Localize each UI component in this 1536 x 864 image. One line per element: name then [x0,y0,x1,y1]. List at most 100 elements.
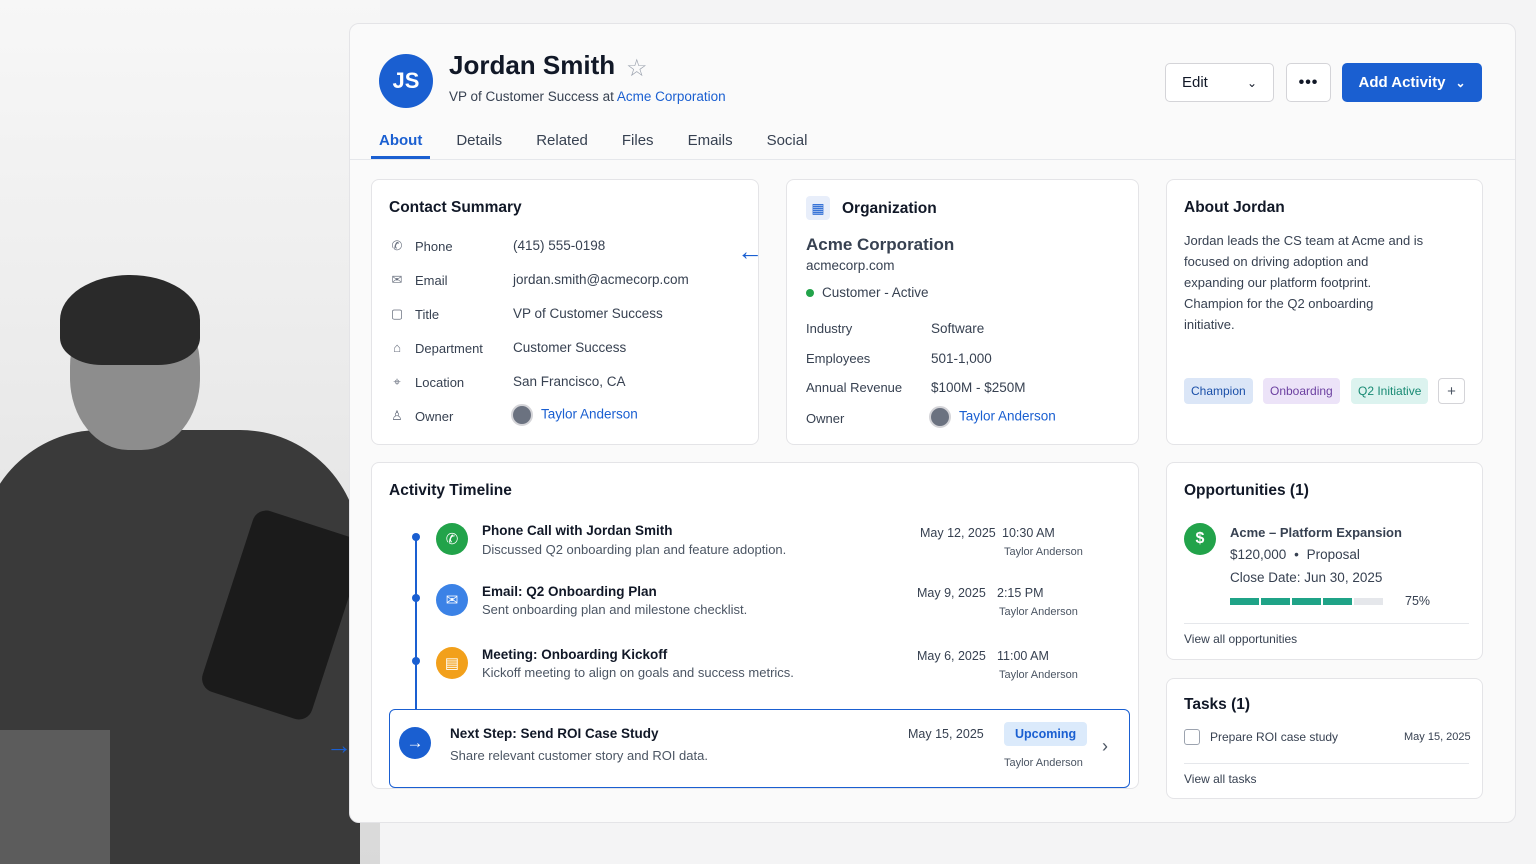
tag-onboarding[interactable]: Onboarding [1263,378,1340,404]
timeline-item-title[interactable]: Phone Call with Jordan Smith [482,523,673,538]
tab-files[interactable]: Files [622,132,654,159]
next-step-item[interactable]: → Next Step: Send ROI Case Study Share r… [389,709,1130,788]
tab-emails[interactable]: Emails [688,132,733,159]
location-label: Location [415,375,465,390]
progress-segment [1292,598,1321,605]
mail-icon: ✉ [391,272,403,287]
timeline-item-desc: Kickoff meeting to align on goals and su… [482,665,794,680]
timeline-title: Activity Timeline [389,482,512,499]
progress-segment [1354,598,1383,605]
status-text: Customer - Active [822,285,929,300]
star-icon[interactable]: ☆ [626,54,648,83]
tab-about[interactable]: About [370,132,431,159]
timeline-item-date: May 6, 2025 [917,649,986,663]
location-value: San Francisco, CA [513,374,626,389]
organization-name-link[interactable]: Acme Corporation [806,235,954,255]
owner-label: Owner [415,409,454,424]
tasks-title: Tasks (1) [1184,696,1251,713]
add-activity-button[interactable]: Add Activity ⌄ [1342,63,1482,102]
about-line: Jordan leads the CS team at Acme and is [1184,233,1424,248]
tab-related[interactable]: Related [536,132,588,159]
contact-record-panel: JS Jordan Smith ☆ VP of Customer Success… [349,23,1516,823]
industry-value: Software [931,321,985,336]
opportunities-title: Opportunities (1) [1184,482,1309,499]
organization-card: ▦ Organization Acme Corporation acmecorp… [786,179,1139,445]
view-all-tasks-link[interactable]: View all tasks [1184,772,1256,786]
photo-chair-shape [0,730,110,864]
calendar-icon: ▤ [436,647,468,679]
about-line: Champion for the Q2 onboarding [1184,296,1374,311]
task-label: Prepare ROI case study [1210,730,1339,744]
chevron-down-icon: ⌄ [1455,75,1466,90]
user-icon: ♙ [391,408,403,423]
about-line: initiative. [1184,317,1235,332]
divider [1184,763,1469,764]
tag-champion[interactable]: Champion [1184,378,1253,404]
chevron-right-icon[interactable]: › [1102,736,1108,757]
org-owner-value: Taylor Anderson [929,406,1056,428]
tag-q2-initiative[interactable]: Q2 Initiative [1351,378,1429,404]
view-all-opportunities-link[interactable]: View all opportunities [1184,632,1297,646]
timeline-item-desc: Sent onboarding plan and milestone check… [482,602,748,617]
phone-link[interactable]: (415) 555-0198 [513,238,605,253]
employees-value: 501-1,000 [931,351,992,366]
timeline-item-date: May 12, 2025 [920,526,996,540]
tab-details[interactable]: Details [456,132,502,159]
timeline-item-owner: Taylor Anderson [1004,546,1083,558]
bank-icon: ⌂ [393,340,401,355]
contact-avatar: JS [379,54,433,108]
department-value: Customer Success [513,340,627,355]
clipboard-icon: ▢ [390,306,404,321]
organization-title: Organization [842,200,937,217]
timeline-dot [412,594,420,602]
progress-segment [1261,598,1290,605]
email-label: Email [415,273,448,288]
company-link[interactable]: Acme Corporation [617,89,726,104]
tab-social[interactable]: Social [767,132,808,159]
timeline-item-time: 2:15 PM [997,586,1044,600]
chevron-down-icon: ⌄ [1246,75,1257,90]
opportunities-card: Opportunities (1) $ Acme – Platform Expa… [1166,462,1483,660]
tab-bar: About Details Related Files Emails Socia… [370,132,808,159]
tab-divider [350,159,1515,160]
org-owner-link[interactable]: Taylor Anderson [959,408,1056,423]
opportunity-amount: $120,000 [1230,547,1287,562]
timeline-item-date: May 9, 2025 [917,586,986,600]
timeline-item-title[interactable]: Email: Q2 Onboarding Plan [482,584,657,599]
upcoming-badge: Upcoming [1004,722,1088,746]
timeline-item-owner: Taylor Anderson [999,669,1078,681]
organization-website-link[interactable]: acmecorp.com [806,258,895,273]
revenue-label: Annual Revenue [806,380,903,395]
timeline-item-title[interactable]: Meeting: Onboarding Kickoff [482,647,667,662]
about-line: expanding our platform footprint. [1184,275,1372,290]
contact-role: VP of Customer Success at [449,89,614,104]
opportunity-close-date: Close Date: Jun 30, 2025 [1230,570,1383,585]
owner-link[interactable]: Taylor Anderson [541,406,638,421]
about-text: Jordan leads the CS team at Acme and is … [1184,230,1423,335]
opportunity-amount-stage: $120,000 • Proposal [1230,547,1360,562]
add-tag-button[interactable]: + [1438,378,1465,404]
owner-value: Taylor Anderson [511,404,638,426]
timeline-item-owner: Taylor Anderson [999,606,1078,618]
arrow-right-circle-icon: → [399,727,431,759]
opportunity-name-link[interactable]: Acme – Platform Expansion [1230,525,1402,540]
edit-button-label: Edit [1182,74,1208,91]
next-step-owner: Taylor Anderson [1004,757,1083,769]
more-options-button[interactable]: ••• [1286,63,1331,102]
building-icon: ▦ [806,196,830,220]
contact-subtitle: VP of Customer Success at Acme Corporati… [449,89,726,104]
next-step-desc: Share relevant customer story and ROI da… [450,748,708,763]
organization-status: Customer - Active [806,285,929,300]
email-link[interactable]: jordan.smith@acmecorp.com [513,272,689,287]
edit-button[interactable]: Edit ⌄ [1165,63,1274,102]
timeline-dot [412,533,420,541]
task-date: May 15, 2025 [1404,731,1471,743]
title-value: VP of Customer Success [513,306,663,321]
separator: • [1294,547,1299,562]
task-checkbox[interactable] [1184,729,1200,745]
timeline-item-desc: Discussed Q2 onboarding plan and feature… [482,542,787,557]
about-title: About Jordan [1184,199,1285,216]
next-step-date: May 15, 2025 [908,727,984,741]
status-dot-icon [806,289,814,298]
industry-label: Industry [806,321,853,336]
